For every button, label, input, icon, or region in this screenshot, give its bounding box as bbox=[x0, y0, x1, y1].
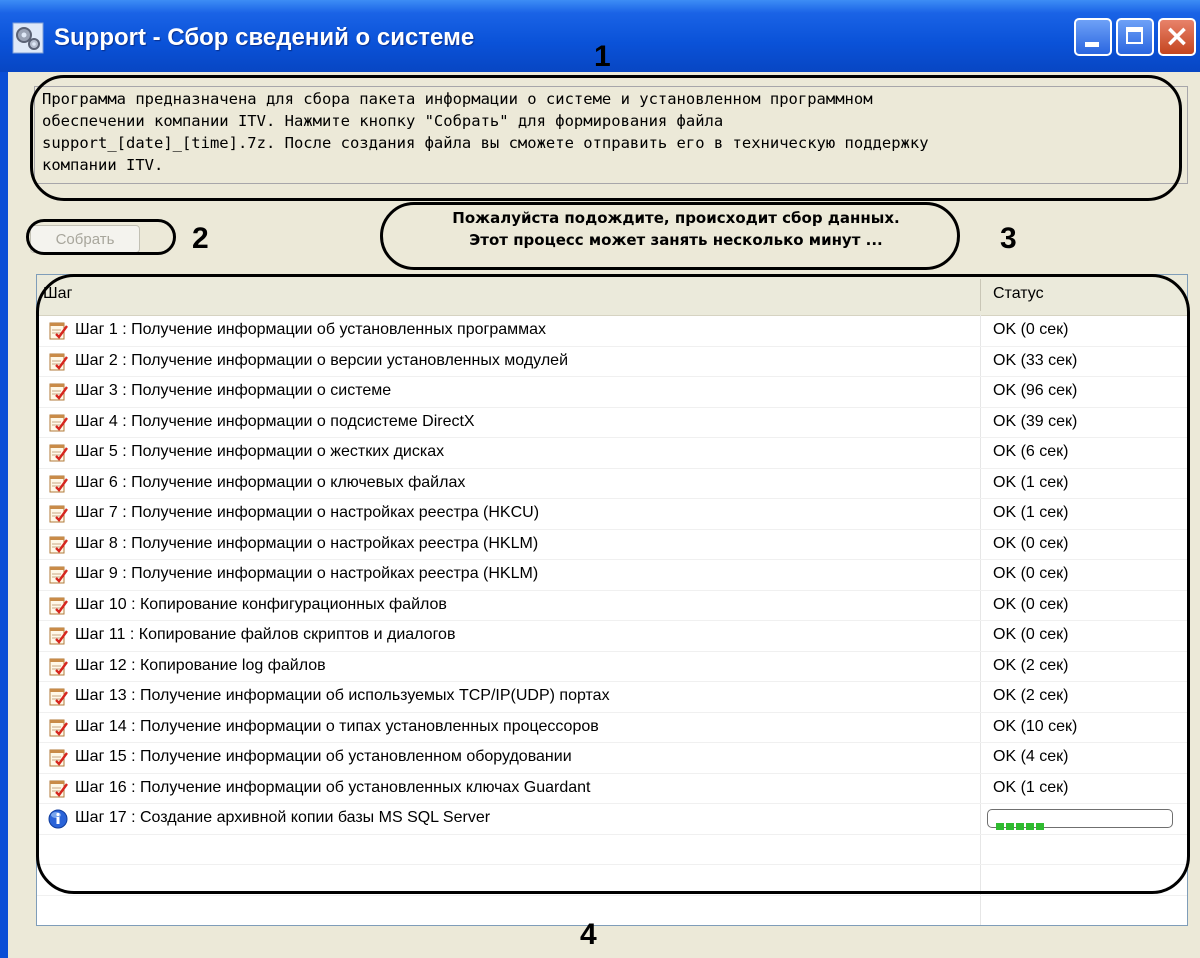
callout-ring-1 bbox=[30, 75, 1182, 201]
empty-row bbox=[37, 896, 1187, 926]
callout-ring-3 bbox=[380, 202, 960, 270]
gears-icon bbox=[12, 22, 44, 54]
support-window: Support - Сбор сведений о системе × Прог… bbox=[0, 0, 1200, 958]
maximize-button[interactable] bbox=[1116, 18, 1154, 56]
callout-ring-4 bbox=[36, 274, 1190, 894]
callout-number-4: 4 bbox=[580, 918, 597, 951]
callout-number-1: 1 bbox=[594, 40, 611, 73]
minimize-icon bbox=[1085, 42, 1099, 47]
minimize-button[interactable] bbox=[1074, 18, 1112, 56]
maximize-icon bbox=[1126, 27, 1143, 44]
callout-number-3: 3 bbox=[1000, 222, 1017, 255]
close-icon: × bbox=[1164, 19, 1190, 54]
callout-ring-2 bbox=[26, 219, 176, 255]
callout-number-2: 2 bbox=[192, 222, 209, 255]
window-title: Support - Сбор сведений о системе bbox=[54, 24, 475, 51]
close-button[interactable]: × bbox=[1158, 18, 1196, 56]
